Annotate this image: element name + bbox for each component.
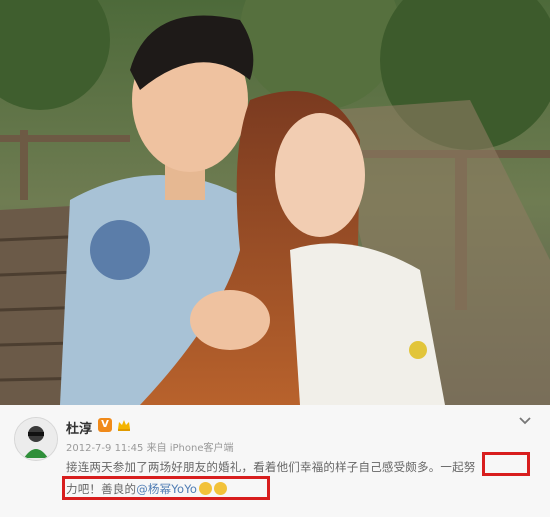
highlight-box-1 [482,452,530,476]
avatar-icon[interactable] [14,417,58,461]
verified-badge-icon: V [98,418,112,432]
post-text-line-1: 接连两天参加了两场好朋友的婚礼，看着他们幸福的样子自己感受颇多。一起努 [66,460,476,474]
couple-photo [0,0,550,405]
post-timestamp-source: 2012-7-9 11:45 来自 iPhone客户端 [66,443,234,454]
crown-icon [116,417,132,433]
chevron-down-icon[interactable] [518,411,532,425]
weibo-post: 杜淳 V 2012-7-9 11:45 来自 iPhone客户端 接连两天参加了… [0,405,550,517]
highlight-box-2 [62,476,270,500]
username[interactable]: 杜淳 [66,418,92,437]
